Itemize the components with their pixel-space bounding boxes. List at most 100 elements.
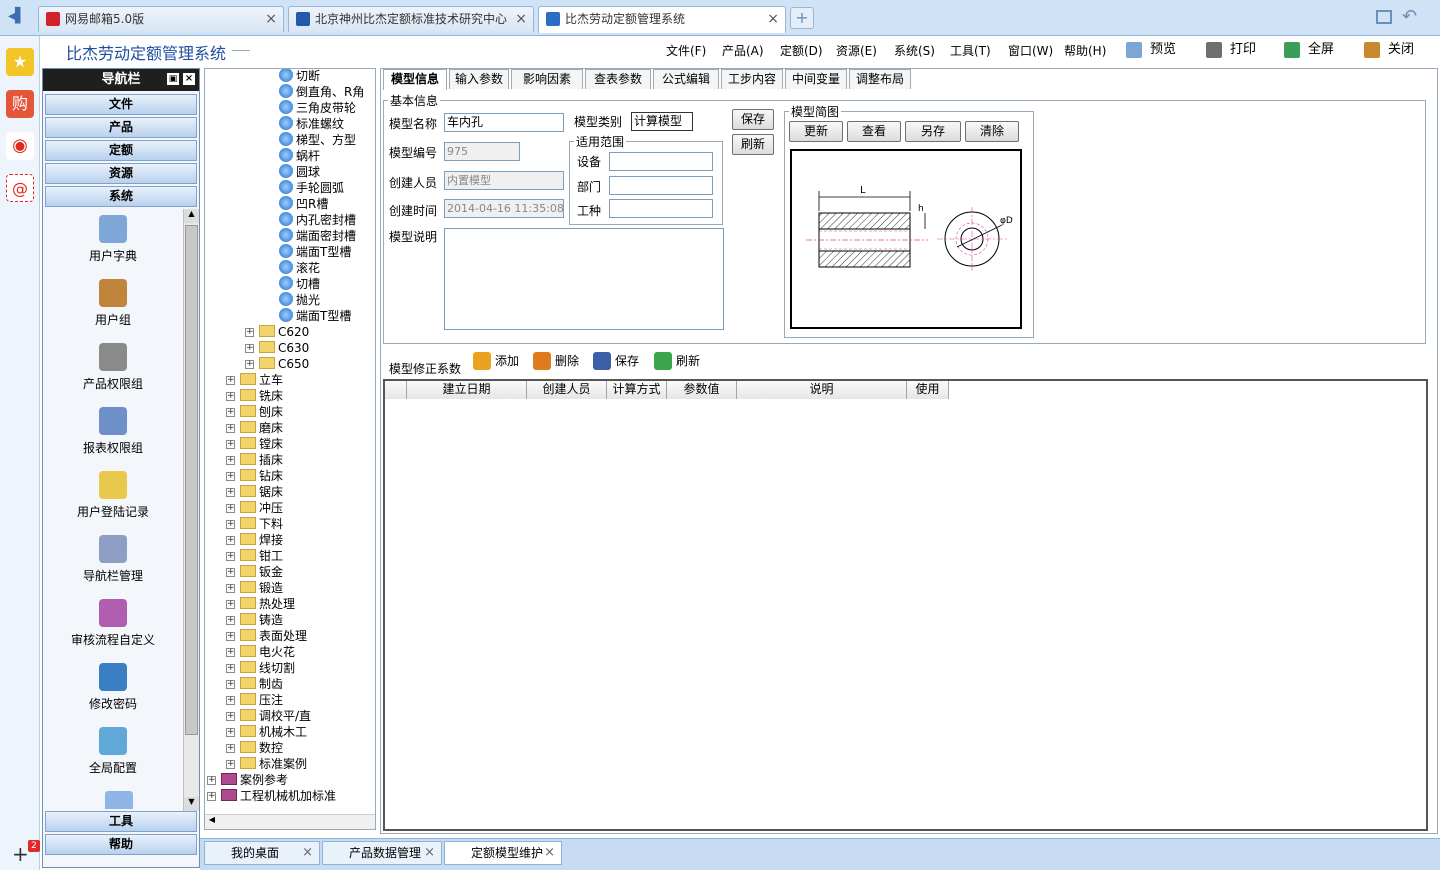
expand-icon[interactable]: + xyxy=(226,584,235,593)
menu-resource[interactable]: 资源(E) xyxy=(836,42,877,59)
expand-icon[interactable]: + xyxy=(226,424,235,433)
tree-category-node[interactable]: 热处理 xyxy=(240,596,295,612)
weibo-icon[interactable]: ◉ xyxy=(6,132,34,160)
content-tab[interactable]: 模型信息 xyxy=(383,69,447,90)
tree-category-node[interactable]: 数控 xyxy=(240,740,283,756)
tree-machine-node[interactable]: C650 xyxy=(259,356,309,372)
close-app-button[interactable]: 关闭 xyxy=(1364,41,1414,59)
expand-icon[interactable]: + xyxy=(226,456,235,465)
nav-item-navbar-manage[interactable]: 导航栏管理 xyxy=(45,535,181,584)
expand-icon[interactable]: + xyxy=(226,744,235,753)
tree-leaf-model[interactable]: 切断 xyxy=(279,69,320,84)
model-type-field[interactable]: 计算模型 xyxy=(631,112,693,131)
mail-at-icon[interactable]: @ xyxy=(6,174,34,202)
tree-hscrollbar[interactable]: ◀ ▶ xyxy=(205,814,375,829)
tab-my-desktop[interactable]: 我的桌面 × xyxy=(204,841,320,865)
close-tab-icon[interactable]: × xyxy=(767,7,779,31)
col-calc-method[interactable]: 计算方式 xyxy=(607,381,667,399)
col-creator[interactable]: 创建人员 xyxy=(527,381,607,399)
close-tab-icon[interactable]: × xyxy=(424,842,435,864)
nav-item-workflow[interactable]: 审核流程自定义 xyxy=(45,599,181,648)
nav-item-user-group[interactable]: 用户组 xyxy=(45,279,181,328)
tree-category-node[interactable]: 调校平/直 xyxy=(240,708,311,724)
nav-item-global-config[interactable]: 全局配置 xyxy=(45,727,181,776)
nav-item-product-permission[interactable]: 产品权限组 xyxy=(45,343,181,392)
browser-tab-mail[interactable]: 网易邮箱5.0版 × xyxy=(38,6,284,32)
sketch-view-button[interactable]: 查看 xyxy=(847,121,901,142)
close-tab-icon[interactable]: × xyxy=(265,7,277,31)
nav-section-help[interactable]: 帮助 xyxy=(45,834,197,855)
menu-quota[interactable]: 定额(D) xyxy=(780,42,823,59)
tree-leaf-model[interactable]: 切槽 xyxy=(279,276,320,292)
expand-icon[interactable]: + xyxy=(226,712,235,721)
expand-icon[interactable]: + xyxy=(226,520,235,529)
expand-icon[interactable]: + xyxy=(245,360,254,369)
tree-leaf-model[interactable]: 抛光 xyxy=(279,292,320,308)
tab-product-data[interactable]: 产品数据管理 × xyxy=(322,841,442,865)
tree-category-node[interactable]: 刨床 xyxy=(240,404,283,420)
expand-icon[interactable]: + xyxy=(226,632,235,641)
tree-leaf-model[interactable]: 手轮圆弧 xyxy=(279,180,344,196)
print-button[interactable]: 打印 xyxy=(1206,41,1256,59)
menu-tools[interactable]: 工具(T) xyxy=(950,42,991,59)
pin-icon[interactable]: ▣ xyxy=(167,73,179,85)
add-coef-button[interactable]: 添加 xyxy=(473,351,519,371)
favorites-star-icon[interactable]: ★ xyxy=(6,48,34,76)
tree-category-node[interactable]: 电火花 xyxy=(240,644,295,660)
sketch-saveas-button[interactable]: 另存 xyxy=(905,121,961,142)
created-time-field[interactable]: 2014-04-16 11:35:08 xyxy=(444,199,564,218)
new-tab-button[interactable]: + xyxy=(790,7,814,29)
expand-icon[interactable]: + xyxy=(226,616,235,625)
menu-product[interactable]: 产品(A) xyxy=(722,42,764,59)
tree-leaf-model[interactable]: 端面T型槽 xyxy=(279,308,351,324)
tree-category-node[interactable]: 锯床 xyxy=(240,484,283,500)
expand-icon[interactable]: + xyxy=(226,728,235,737)
browser-tab-active[interactable]: 比杰劳动定额管理系统 × xyxy=(538,6,786,33)
nav-section-system[interactable]: 系统 xyxy=(45,186,197,207)
expand-icon[interactable]: + xyxy=(226,552,235,561)
fullscreen-button[interactable]: 全屏 xyxy=(1284,41,1334,59)
tree-category-node[interactable]: 磨床 xyxy=(240,420,283,436)
expand-icon[interactable]: + xyxy=(226,568,235,577)
tree-category-node[interactable]: 插床 xyxy=(240,452,283,468)
expand-icon[interactable]: + xyxy=(226,536,235,545)
tree-category-node[interactable]: 立车 xyxy=(240,372,283,388)
model-name-field[interactable]: 车内孔 xyxy=(444,113,564,132)
nav-item-report-permission[interactable]: 报表权限组 xyxy=(45,407,181,456)
expand-icon[interactable]: + xyxy=(226,680,235,689)
tree-leaf-model[interactable]: 梯型、方型 xyxy=(279,132,356,148)
tree-leaf-model[interactable]: 蜗杆 xyxy=(279,148,320,164)
tree-category-node[interactable]: 冲压 xyxy=(240,500,283,516)
tree-machine-node[interactable]: C620 xyxy=(259,324,309,340)
tree-leaf-model[interactable]: 端面密封槽 xyxy=(279,228,356,244)
refresh-coef-button[interactable]: 刷新 xyxy=(654,351,700,371)
menu-system[interactable]: 系统(S) xyxy=(894,42,935,59)
tree-root-node[interactable]: 工程机械机加标准 xyxy=(221,788,336,804)
expand-icon[interactable]: + xyxy=(226,408,235,417)
content-tab[interactable]: 中间变量 xyxy=(785,69,847,89)
scroll-down-icon[interactable]: ▼ xyxy=(184,797,199,811)
col-select[interactable] xyxy=(385,381,407,399)
tree-leaf-model[interactable]: 标准螺纹 xyxy=(279,116,344,132)
tree-category-node[interactable]: 铸造 xyxy=(240,612,283,628)
delete-coef-button[interactable]: 删除 xyxy=(533,351,579,371)
close-tab-icon[interactable]: × xyxy=(515,7,527,31)
browser-tab-center[interactable]: 北京神州比杰定额标准技术研究中心 × xyxy=(288,6,534,32)
nav-item-user-dictionary[interactable]: 用户字典 xyxy=(45,215,181,264)
tree-leaf-model[interactable]: 内孔密封槽 xyxy=(279,212,356,228)
nav-item-login-record[interactable]: 用户登陆记录 xyxy=(45,471,181,520)
creator-field[interactable]: 内置模型 xyxy=(444,171,564,190)
expand-icon[interactable]: + xyxy=(226,504,235,513)
expand-icon[interactable]: + xyxy=(226,600,235,609)
sketch-clear-button[interactable]: 清除 xyxy=(965,121,1019,142)
save-coef-button[interactable]: 保存 xyxy=(593,351,639,371)
add-sidebar-icon[interactable]: + xyxy=(12,842,29,866)
menu-window[interactable]: 窗口(W) xyxy=(1008,42,1053,59)
tree-category-node[interactable]: 表面处理 xyxy=(240,628,307,644)
sketch-update-button[interactable]: 更新 xyxy=(789,121,843,142)
tree-category-node[interactable]: 焊接 xyxy=(240,532,283,548)
nav-section-tools[interactable]: 工具 xyxy=(45,811,197,832)
equipment-field[interactable] xyxy=(609,152,713,171)
content-tab[interactable]: 公式编辑 xyxy=(653,69,719,89)
tree-leaf-model[interactable]: 圆球 xyxy=(279,164,320,180)
